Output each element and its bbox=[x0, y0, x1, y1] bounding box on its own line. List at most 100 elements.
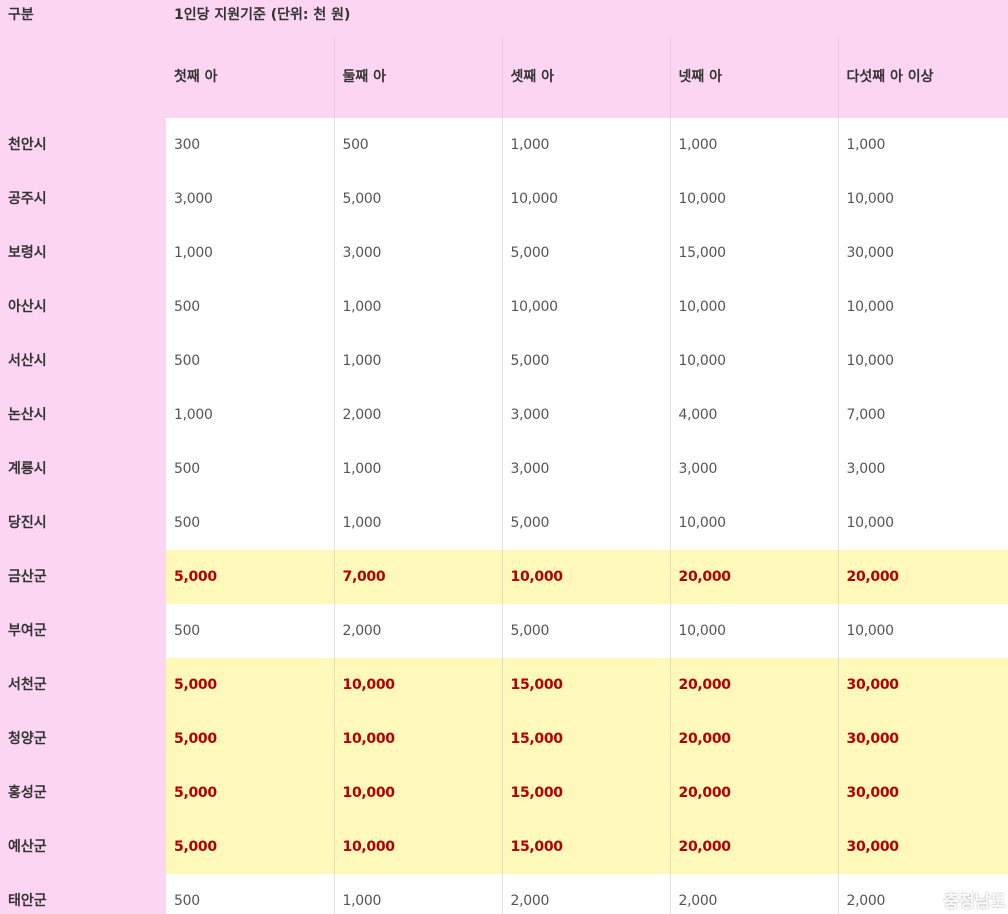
table-row: 천안시 300 500 1,000 1,000 1,000 bbox=[0, 118, 1008, 172]
column-header-second-child: 둘째 아 bbox=[333, 37, 502, 118]
amount-cell-first-child: 5,000 bbox=[166, 820, 334, 874]
amount-cell-third-child: 15,000 bbox=[501, 712, 670, 766]
amount-cell-second-child: 3,000 bbox=[333, 226, 502, 280]
region-name: 홍성군 bbox=[0, 766, 166, 820]
table-header: 구분 1인당 지원기준 (단위: 천 원) 첫째 아 둘째 아 셋째 아 넷째 … bbox=[0, 0, 1008, 118]
amount-cell-fifth-plus-child: 10,000 bbox=[837, 280, 1008, 334]
amount-cell-fifth-plus-child: 30,000 bbox=[837, 766, 1008, 820]
table-row: 태안군 500 1,000 2,000 2,000 2,000 bbox=[0, 874, 1008, 914]
group-header: 1인당 지원기준 (단위: 천 원) bbox=[166, 0, 1008, 37]
amount-cell-fourth-child: 20,000 bbox=[669, 766, 838, 820]
table-row: 공주시 3,000 5,000 10,000 10,000 10,000 bbox=[0, 172, 1008, 226]
amount-cell-fifth-plus-child: 10,000 bbox=[837, 496, 1008, 550]
amount-cell-first-child: 500 bbox=[174, 622, 200, 639]
amount-cell-second-child: 2,000 bbox=[333, 388, 502, 442]
amount-cell-third-child: 5,000 bbox=[501, 604, 670, 658]
amount-cell-second-child: 7,000 bbox=[333, 550, 502, 604]
amount-cell-fourth-child: 4,000 bbox=[669, 388, 838, 442]
amount-cell-fifth-plus-child: 30,000 bbox=[837, 712, 1008, 766]
amount-cell-first-child: 1,000 bbox=[174, 406, 213, 423]
table-row: 당진시 500 1,000 5,000 10,000 10,000 bbox=[0, 496, 1008, 550]
watermark-text: 충청남도 bbox=[943, 892, 1006, 912]
amount-cell-second-child: 1,000 bbox=[333, 442, 502, 496]
amount-cell-fourth-child: 15,000 bbox=[669, 226, 838, 280]
amount-cell-third-child: 15,000 bbox=[501, 820, 670, 874]
table-row: 부여군 500 2,000 5,000 10,000 10,000 bbox=[0, 604, 1008, 658]
amount-cell-first-child: 5,000 bbox=[166, 550, 334, 604]
amount-cell-first-child: 500 bbox=[174, 352, 200, 369]
region-name: 태안군 bbox=[0, 874, 166, 914]
amount-cell-first-child: 1,000 bbox=[174, 244, 213, 261]
amount-cell-first-child: 500 bbox=[174, 298, 200, 315]
amount-cell-first-child: 500 bbox=[174, 892, 200, 909]
amount-cell-third-child: 5,000 bbox=[501, 334, 670, 388]
amount-cell-fifth-plus-child: 3,000 bbox=[837, 442, 1008, 496]
amount-cell-fifth-plus-child: 10,000 bbox=[837, 334, 1008, 388]
amount-cell-third-child: 10,000 bbox=[501, 172, 670, 226]
table-row: 계룡시 500 1,000 3,000 3,000 3,000 bbox=[0, 442, 1008, 496]
amount-cell-first-child: 5,000 bbox=[166, 658, 334, 712]
amount-cell-second-child: 10,000 bbox=[333, 820, 502, 874]
table-row: 청양군 5,000 10,000 15,000 20,000 30,000 bbox=[0, 712, 1008, 766]
amount-cell-fifth-plus-child: 30,000 bbox=[837, 658, 1008, 712]
table-body: 천안시 300 500 1,000 1,000 1,000 공주시 3,000 5,000 10,… bbox=[0, 118, 1008, 914]
region-name: 금산군 bbox=[0, 550, 166, 604]
table-row: 홍성군 5,000 10,000 15,000 20,000 30,000 bbox=[0, 766, 1008, 820]
amount-cell-third-child: 2,000 bbox=[501, 874, 670, 914]
table-row: 서산시 500 1,000 5,000 10,000 10,000 bbox=[0, 334, 1008, 388]
amount-cell-third-child: 1,000 bbox=[501, 118, 670, 172]
amount-cell-second-child: 1,000 bbox=[333, 280, 502, 334]
region-name: 논산시 bbox=[0, 388, 166, 442]
amount-cell-third-child: 10,000 bbox=[501, 280, 670, 334]
amount-cell-fifth-plus-child: 30,000 bbox=[837, 226, 1008, 280]
table-row: 논산시 1,000 2,000 3,000 4,000 7,000 bbox=[0, 388, 1008, 442]
region-name: 서천군 bbox=[0, 658, 166, 712]
amount-cell-fourth-child: 10,000 bbox=[669, 334, 838, 388]
amount-cell-second-child: 1,000 bbox=[333, 874, 502, 914]
amount-cell-second-child: 10,000 bbox=[333, 712, 502, 766]
amount-cell-first-child: 500 bbox=[174, 514, 200, 531]
amount-cell-fourth-child: 10,000 bbox=[669, 496, 838, 550]
amount-cell-second-child: 1,000 bbox=[333, 496, 502, 550]
amount-cell-fourth-child: 3,000 bbox=[669, 442, 838, 496]
table-row: 금산군 5,000 7,000 10,000 20,000 20,000 bbox=[0, 550, 1008, 604]
amount-cell-fifth-plus-child: 10,000 bbox=[837, 604, 1008, 658]
category-header: 구분 bbox=[0, 0, 166, 118]
amount-cell-first-child: 5,000 bbox=[166, 766, 334, 820]
amount-cell-third-child: 5,000 bbox=[501, 226, 670, 280]
amount-cell-second-child: 2,000 bbox=[333, 604, 502, 658]
region-name: 부여군 bbox=[0, 604, 166, 658]
amount-cell-fourth-child: 20,000 bbox=[669, 712, 838, 766]
support-standard-table: 구분 1인당 지원기준 (단위: 천 원) 첫째 아 둘째 아 셋째 아 넷째 … bbox=[0, 0, 1008, 914]
amount-cell-first-child: 300 bbox=[174, 136, 200, 153]
table-row: 예산군 5,000 10,000 15,000 20,000 30,000 bbox=[0, 820, 1008, 874]
amount-cell-fifth-plus-child: 1,000 bbox=[837, 118, 1008, 172]
amount-cell-fourth-child: 10,000 bbox=[669, 604, 838, 658]
amount-cell-fourth-child: 20,000 bbox=[669, 658, 838, 712]
amount-cell-fourth-child: 1,000 bbox=[669, 118, 838, 172]
amount-cell-fourth-child: 10,000 bbox=[669, 172, 838, 226]
amount-cell-third-child: 3,000 bbox=[501, 388, 670, 442]
amount-cell-third-child: 3,000 bbox=[501, 442, 670, 496]
amount-cell-first-child: 5,000 bbox=[166, 712, 334, 766]
amount-cell-fifth-plus-child: 20,000 bbox=[837, 550, 1008, 604]
region-name: 청양군 bbox=[0, 712, 166, 766]
amount-cell-second-child: 500 bbox=[333, 118, 502, 172]
region-name: 계룡시 bbox=[0, 442, 166, 496]
table-row: 아산시 500 1,000 10,000 10,000 10,000 bbox=[0, 280, 1008, 334]
amount-cell-second-child: 1,000 bbox=[333, 334, 502, 388]
amount-cell-first-child: 500 bbox=[174, 460, 200, 477]
amount-cell-second-child: 10,000 bbox=[333, 658, 502, 712]
support-table-container: 구분 1인당 지원기준 (단위: 천 원) 첫째 아 둘째 아 셋째 아 넷째 … bbox=[0, 0, 1008, 914]
amount-cell-fifth-plus-child: 7,000 bbox=[837, 388, 1008, 442]
amount-cell-second-child: 10,000 bbox=[333, 766, 502, 820]
region-name: 보령시 bbox=[0, 226, 166, 280]
column-header-third-child: 셋째 아 bbox=[501, 37, 670, 118]
table-row: 서천군 5,000 10,000 15,000 20,000 30,000 bbox=[0, 658, 1008, 712]
amount-cell-first-child: 3,000 bbox=[174, 190, 213, 207]
amount-cell-third-child: 15,000 bbox=[501, 658, 670, 712]
table-row: 보령시 1,000 3,000 5,000 15,000 30,000 bbox=[0, 226, 1008, 280]
watermark: 충청남도 bbox=[917, 887, 1006, 912]
column-header-fourth-child: 넷째 아 bbox=[669, 37, 838, 118]
amount-cell-fourth-child: 20,000 bbox=[669, 550, 838, 604]
